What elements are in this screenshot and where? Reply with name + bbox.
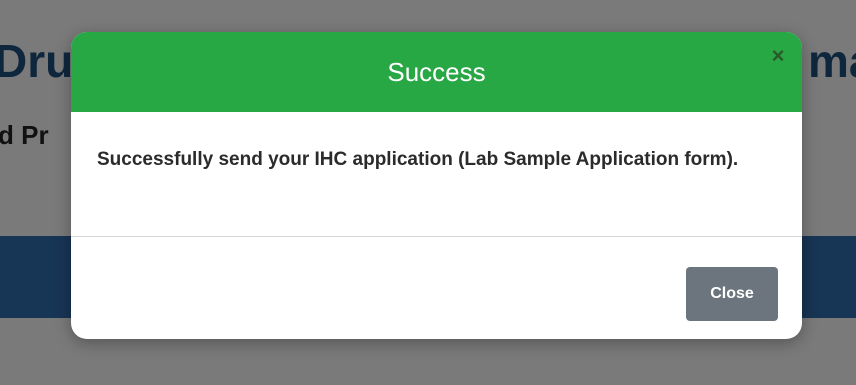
modal-body: Successfully send your IHC application (… xyxy=(71,112,802,237)
close-icon[interactable]: × xyxy=(768,45,788,67)
success-modal: Success × Successfully send your IHC app… xyxy=(71,32,802,339)
close-button[interactable]: Close xyxy=(686,267,778,321)
page: Dru ma d Pr Success × Successfully send … xyxy=(0,0,856,385)
modal-title: Success xyxy=(387,56,486,87)
modal-header: Success × xyxy=(71,32,802,112)
modal-message: Successfully send your IHC application (… xyxy=(97,149,739,170)
modal-footer: Close xyxy=(71,237,802,338)
